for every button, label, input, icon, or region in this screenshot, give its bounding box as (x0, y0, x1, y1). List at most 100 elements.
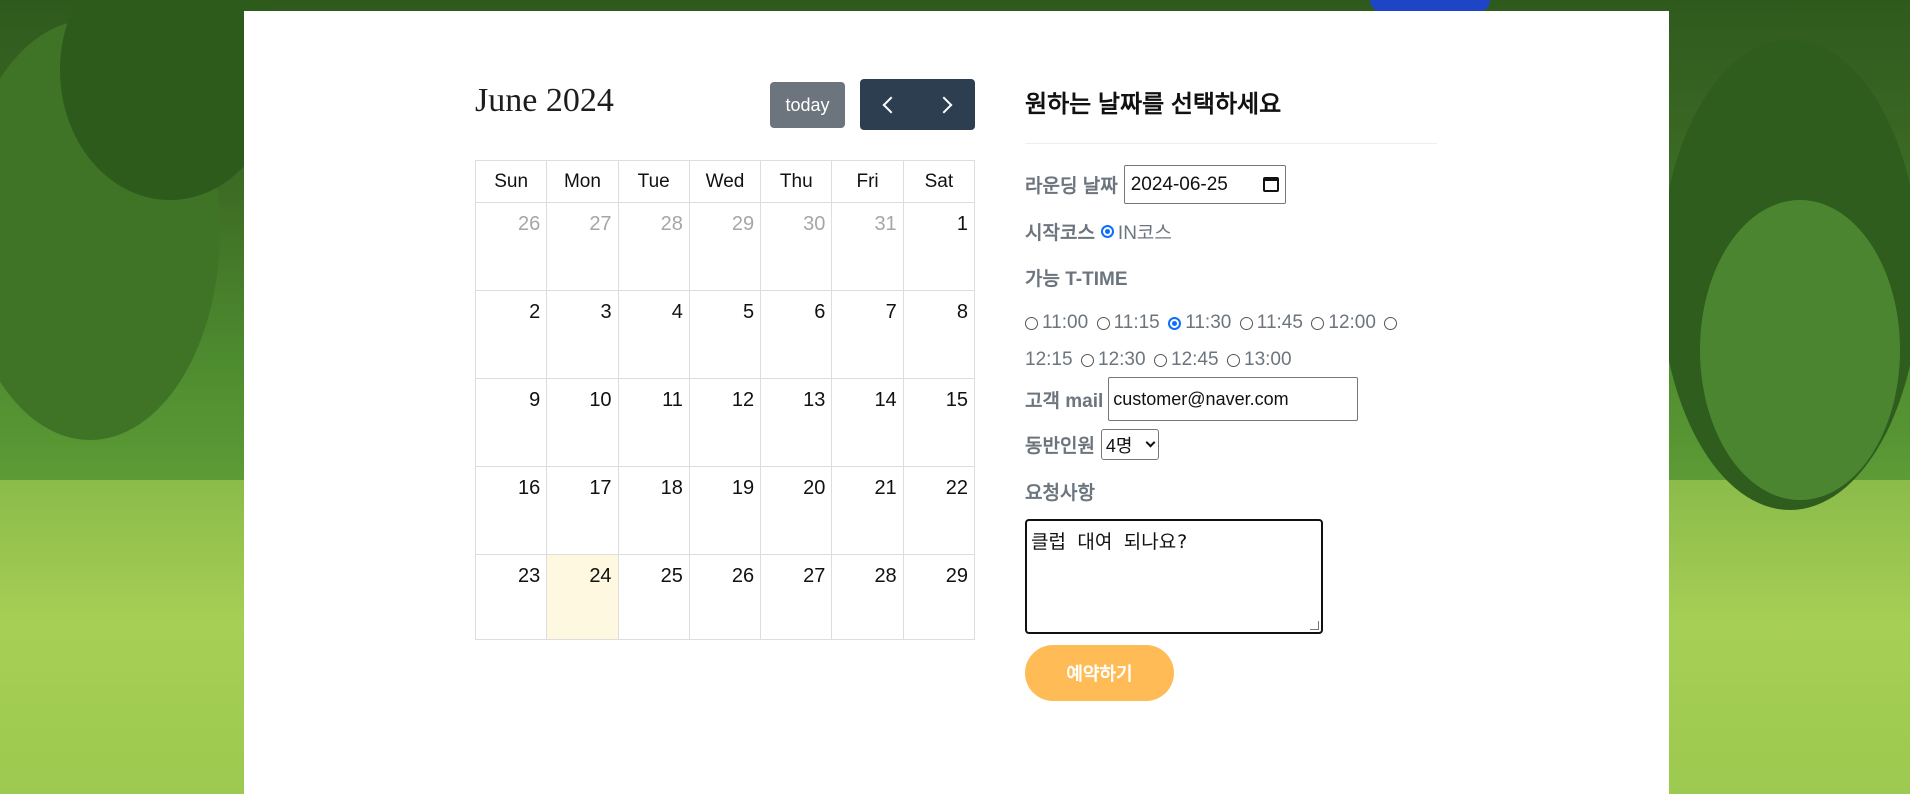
ttime-option: 11:30 (1185, 312, 1232, 333)
round-date-input[interactable]: 2024-06-25 (1123, 165, 1286, 204)
ttime-option: 12:30 (1098, 349, 1146, 370)
calendar-day[interactable]: 27 (546, 202, 619, 291)
start-course-label: 시작코스 (1025, 223, 1095, 244)
mail-input[interactable]: customer@naver.com (1108, 377, 1359, 421)
companions-label: 동반인원 (1025, 436, 1095, 457)
calendar-day[interactable]: 26 (474, 202, 548, 291)
ttime-radio[interactable] (1384, 317, 1398, 331)
request-label-row: 요청사항 (1025, 478, 1095, 505)
calendar-day[interactable]: 18 (617, 466, 690, 555)
background-tree (1700, 200, 1900, 500)
reserve-button[interactable]: 예약하기 (1025, 645, 1174, 701)
calendar-day[interactable]: 30 (760, 202, 833, 291)
calendar-day[interactable]: 26 (688, 554, 762, 640)
today-button[interactable]: today (770, 82, 845, 128)
chevron-down-icon (1145, 437, 1156, 448)
round-date-row: 라운딩 날짜 2024-06-25 (1025, 165, 1286, 204)
start-course-option: IN코스 (1117, 223, 1172, 244)
ttime-option: 11:45 (1256, 312, 1303, 333)
weekday-header: Sun (474, 160, 548, 203)
calendar-day[interactable]: 13 (760, 378, 833, 467)
ttime-radio-selected[interactable] (1168, 317, 1182, 331)
ttime-radio[interactable] (1239, 317, 1253, 331)
chevron-right-icon (935, 96, 953, 113)
calendar-day[interactable]: 31 (831, 202, 904, 291)
calendar-day[interactable]: 16 (474, 466, 548, 555)
calendar-week: 2 3 4 5 6 7 8 (474, 290, 976, 379)
ttime-options: 11:00 11:15 11:30 11:45 12:00 12:15 12:3… (1025, 305, 1425, 379)
ttime-radio[interactable] (1025, 317, 1038, 331)
companions-value: 4명 (1105, 435, 1133, 456)
calendar-day[interactable]: 29 (688, 202, 762, 291)
weekday-header: Thu (760, 160, 833, 203)
calendar-day[interactable]: 23 (474, 554, 548, 640)
calendar-grid: Sun Mon Tue Wed Thu Fri Sat 26 27 28 29 … (474, 160, 976, 640)
ttime-radio[interactable] (1227, 354, 1240, 368)
calendar-day[interactable]: 2 (474, 290, 548, 379)
weekday-header: Mon (546, 160, 619, 203)
calendar-day[interactable]: 10 (546, 378, 619, 467)
mail-row: 고객 mail customer@naver.com (1025, 377, 1359, 421)
ttime-radio[interactable] (1096, 317, 1110, 331)
ttime-label: 가능 T-TIME (1025, 269, 1128, 290)
request-label: 요청사항 (1025, 483, 1095, 504)
calendar-day[interactable]: 1 (902, 202, 976, 291)
ttime-option: 11:15 (1113, 312, 1160, 333)
ttime-radio[interactable] (1081, 354, 1094, 368)
calendar-day[interactable]: 12 (688, 378, 762, 467)
weekday-header: Tue (617, 160, 690, 203)
prev-month-button[interactable] (860, 79, 918, 130)
divider (1025, 143, 1437, 144)
calendar-day[interactable]: 11 (617, 378, 690, 467)
calendar-week: 26 27 28 29 30 31 1 (474, 202, 976, 291)
calendar-day-today[interactable]: 24 (546, 554, 619, 640)
ttime-option: 12:15 (1025, 349, 1073, 370)
calendar-week: 23 24 25 26 27 28 29 (474, 554, 976, 640)
request-textarea[interactable]: 클럽 대여 되나요? (1025, 519, 1323, 634)
companions-row: 동반인원 4명 (1025, 429, 1159, 460)
month-nav (860, 79, 975, 130)
chevron-left-icon (882, 96, 900, 113)
resize-handle[interactable] (1310, 621, 1319, 630)
calendar-day[interactable]: 6 (760, 290, 833, 379)
calendar-title: June 2024 (475, 82, 614, 119)
form-title: 원하는 날짜를 선택하세요 (1025, 91, 1282, 118)
calendar-week: 16 17 18 19 20 21 22 (474, 466, 976, 555)
ttime-label-row: 가능 T-TIME (1025, 264, 1128, 291)
ttime-radio[interactable] (1154, 354, 1167, 368)
calendar-day[interactable]: 15 (902, 378, 976, 467)
start-course-row: 시작코스 IN코스 (1025, 218, 1172, 245)
weekday-header: Fri (831, 160, 904, 203)
mail-label: 고객 mail (1025, 390, 1104, 412)
calendar-day[interactable]: 25 (617, 554, 690, 640)
companions-select[interactable]: 4명 (1100, 429, 1159, 460)
request-value: 클럽 대여 되나요? (1031, 531, 1188, 553)
calendar-day[interactable]: 8 (902, 290, 976, 379)
ttime-option: 13:00 (1244, 349, 1292, 370)
ttime-option: 12:00 (1328, 312, 1376, 333)
next-month-button[interactable] (918, 79, 976, 130)
calendar-day[interactable]: 3 (546, 290, 619, 379)
ttime-option: 12:45 (1171, 349, 1219, 370)
calendar-day[interactable]: 21 (831, 466, 904, 555)
weekday-header: Wed (688, 160, 762, 203)
calendar-day[interactable]: 9 (474, 378, 548, 467)
calendar-day[interactable]: 22 (902, 466, 976, 555)
calendar-day[interactable]: 28 (617, 202, 690, 291)
weekday-header: Sat (902, 160, 976, 203)
start-course-radio[interactable] (1100, 225, 1114, 238)
calendar-day[interactable]: 5 (688, 290, 762, 379)
round-date-label: 라운딩 날짜 (1025, 176, 1118, 197)
ttime-radio[interactable] (1311, 317, 1325, 331)
calendar-day[interactable]: 29 (902, 554, 976, 640)
calendar-day[interactable]: 28 (831, 554, 904, 640)
calendar-day[interactable]: 14 (831, 378, 904, 467)
calendar-day[interactable]: 4 (617, 290, 690, 379)
calendar-day[interactable]: 17 (546, 466, 619, 555)
calendar-day[interactable]: 27 (760, 554, 833, 640)
calendar-day[interactable]: 20 (760, 466, 833, 555)
calendar-icon[interactable] (1262, 177, 1279, 192)
calendar-day[interactable]: 19 (688, 466, 762, 555)
calendar-day[interactable]: 7 (831, 290, 904, 379)
calendar-week: 9 10 11 12 13 14 15 (474, 378, 976, 467)
